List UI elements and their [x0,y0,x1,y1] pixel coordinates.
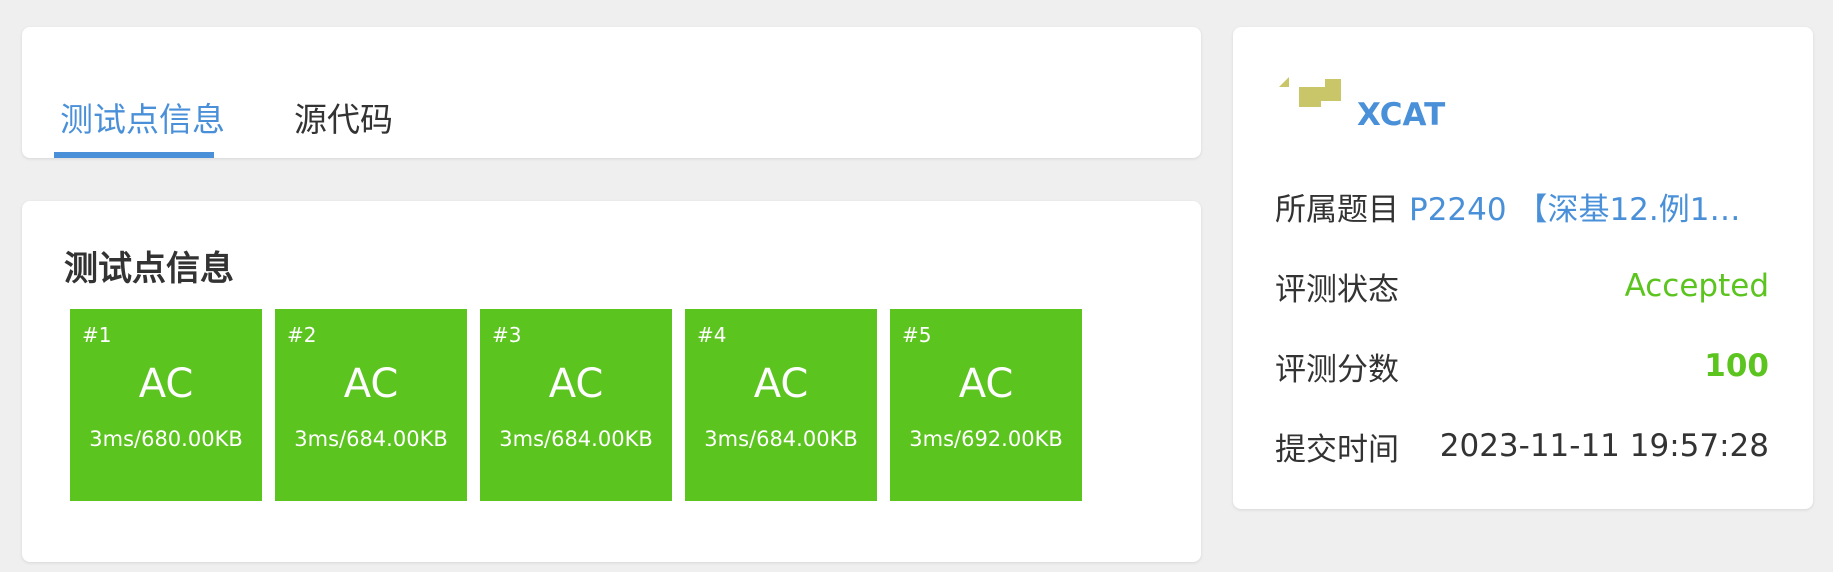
problem-label: 所属题目 [1275,191,1399,228]
active-tab-indicator [54,152,214,158]
submit-time-value: 2023-11-11 19:57:28 [1439,428,1769,464]
status-row: 评测状态 Accepted [1275,263,1769,309]
submit-time-label: 提交时间 [1275,431,1399,468]
problem-link[interactable]: P2240 【深基12.例1】部分背包问题 [1409,184,1769,229]
tab-test-points[interactable]: 测试点信息 [60,99,225,141]
test-case-tile[interactable]: #3 AC 3ms/684.00KB [480,309,672,501]
test-case-tile[interactable]: #4 AC 3ms/684.00KB [685,309,877,501]
test-case-number: #4 [697,323,727,347]
test-case-tile[interactable]: #1 AC 3ms/680.00KB [70,309,262,501]
submission-info-card: XCAT 所属题目 P2240 【深基12.例1】部分背包问题 评测状态 Acc… [1233,27,1813,509]
test-case-status: AC [753,361,809,407]
score-row: 评测分数 100 [1275,343,1769,389]
test-case-tile[interactable]: #2 AC 3ms/684.00KB [275,309,467,501]
test-case-stats: 3ms/684.00KB [499,427,653,451]
test-case-number: #2 [287,323,317,347]
username-link[interactable]: XCAT [1357,95,1445,135]
score-value: 100 [1704,348,1769,384]
test-case-tile[interactable]: #5 AC 3ms/692.00KB [890,309,1082,501]
test-case-stats: 3ms/680.00KB [89,427,243,451]
test-case-number: #3 [492,323,522,347]
test-case-status: AC [343,361,399,407]
test-points-card: 测试点信息 #1 AC 3ms/680.00KB #2 AC 3ms/684.0… [22,201,1201,562]
test-case-status: AC [548,361,604,407]
status-label: 评测状态 [1275,271,1399,308]
test-case-stats: 3ms/684.00KB [294,427,448,451]
user-avatar-icon[interactable] [1277,75,1345,135]
test-case-status: AC [958,361,1014,407]
tab-source-code[interactable]: 源代码 [294,99,393,141]
test-case-status: AC [138,361,194,407]
section-title: 测试点信息 [64,249,234,289]
user-row: XCAT [1277,75,1445,135]
test-case-stats: 3ms/692.00KB [909,427,1063,451]
status-value: Accepted [1624,268,1769,304]
test-case-grid: #1 AC 3ms/680.00KB #2 AC 3ms/684.00KB #3… [70,309,1082,501]
test-case-number: #5 [902,323,932,347]
test-case-stats: 3ms/684.00KB [704,427,858,451]
tabs-card: 测试点信息 源代码 [22,27,1201,158]
problem-row: 所属题目 P2240 【深基12.例1】部分背包问题 [1275,183,1769,229]
submit-time-row: 提交时间 2023-11-11 19:57:28 [1275,423,1769,469]
score-label: 评测分数 [1275,351,1399,388]
test-case-number: #1 [82,323,112,347]
